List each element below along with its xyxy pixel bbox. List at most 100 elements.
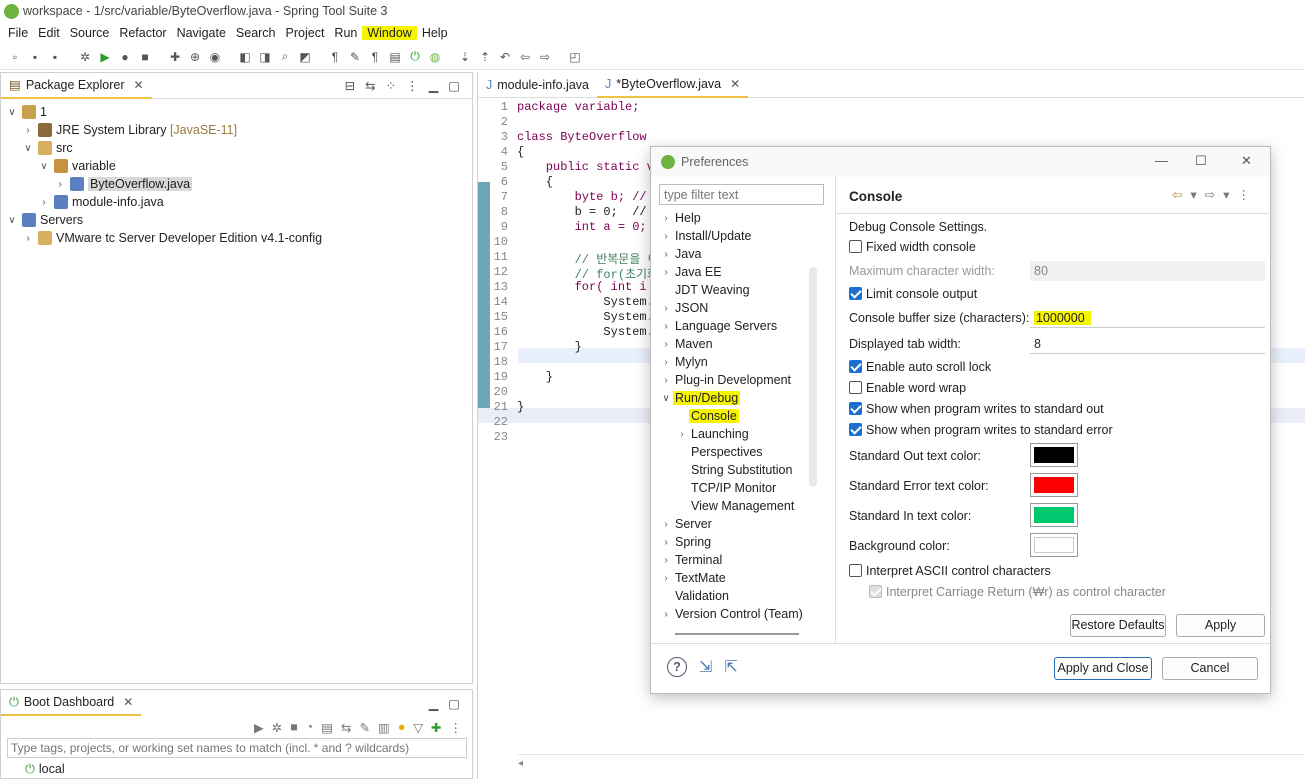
tree-item-project[interactable]: ∨ 1 <box>6 103 472 121</box>
open-folder-icon[interactable]: ◨ <box>256 48 274 66</box>
pref-tree-item[interactable]: ∨ Run/Debug <box>659 389 824 407</box>
close-icon[interactable]: ✕ <box>730 77 740 91</box>
console-icon[interactable]: ▤ <box>321 720 333 735</box>
close-icon[interactable]: ✕ <box>123 695 133 709</box>
pref-tree-item[interactable]: View Management <box>659 497 824 515</box>
maximize-icon[interactable]: ▢ <box>448 78 460 93</box>
menu-source[interactable]: Source <box>65 26 115 40</box>
pref-tree-item[interactable]: › Java <box>659 245 824 263</box>
chevron-right-icon[interactable]: › <box>659 339 673 350</box>
tree-item-src[interactable]: ∨ src <box>6 139 472 157</box>
boot-filter-input[interactable] <box>7 738 467 758</box>
chevron-right-icon[interactable]: › <box>659 537 673 548</box>
tree-item-jre[interactable]: › JRE System Library [JavaSE-11] <box>6 121 472 139</box>
link-editor-icon[interactable]: ⇆ <box>365 78 375 93</box>
tab-module-info[interactable]: J module-info.java <box>478 72 597 98</box>
menu-edit[interactable]: Edit <box>33 26 65 40</box>
close-icon[interactable]: ✕ <box>1241 153 1252 169</box>
tree-hscrollbar[interactable] <box>675 633 799 635</box>
filter-input[interactable] <box>659 184 824 205</box>
pref-tree-item[interactable]: › JSON <box>659 299 824 317</box>
last-edit-icon[interactable]: ↶ <box>496 48 514 66</box>
save-icon[interactable]: ▪ <box>26 48 44 66</box>
chevron-right-icon[interactable]: › <box>659 213 673 224</box>
start-icon[interactable]: ▶ <box>254 720 264 735</box>
new-icon[interactable]: ▫ <box>6 48 24 66</box>
stop-icon[interactable]: ■ <box>290 720 298 734</box>
help-icon[interactable]: ? <box>667 657 687 677</box>
restore-defaults-button[interactable]: Restore Defaults <box>1070 614 1166 637</box>
spring-icon[interactable]: ◍ <box>426 48 444 66</box>
chevron-right-icon[interactable]: › <box>659 357 673 368</box>
tree-item-byteoverflow[interactable]: › ByteOverflow.java <box>6 175 472 193</box>
run-icon[interactable]: ▶ <box>96 48 114 66</box>
prev-annotation-icon[interactable]: ⇡ <box>476 48 494 66</box>
stdin-color-button[interactable] <box>1030 503 1078 527</box>
pref-tree-item[interactable]: › Install/Update <box>659 227 824 245</box>
pref-tree-item[interactable]: › TextMate <box>659 569 824 587</box>
annotation-icon[interactable]: ¶ <box>326 48 344 66</box>
open-task-icon[interactable]: ◩ <box>296 48 314 66</box>
interpret-ascii-checkbox[interactable]: Interpret ASCII control characters <box>849 564 1051 578</box>
menu-help[interactable]: Help <box>417 26 453 40</box>
save-all-icon[interactable]: ▪ <box>46 48 64 66</box>
maximize-icon[interactable]: ▢ <box>448 696 460 711</box>
new-java-project-icon[interactable]: ✚ <box>166 48 184 66</box>
show-stderr-checkbox[interactable]: Show when program writes to standard err… <box>849 423 1113 437</box>
pref-tree-item[interactable]: › Mylyn <box>659 353 824 371</box>
tree-scrollbar[interactable] <box>809 267 817 487</box>
back-icon[interactable]: ⇦ <box>516 48 534 66</box>
export-icon[interactable]: ⇱ <box>724 657 737 677</box>
debug-icon[interactable]: ✲ <box>272 720 282 735</box>
buffer-size-field[interactable]: 1000000 <box>1030 308 1265 328</box>
filter-icon[interactable]: ⁘ <box>386 78 396 93</box>
show-whitespace-icon[interactable]: ¶ <box>366 48 384 66</box>
pref-tree-item[interactable]: › Launching <box>659 425 824 443</box>
tree-item-local[interactable]: ⏻ local <box>1 760 472 778</box>
menu-navigate[interactable]: Navigate <box>172 26 231 40</box>
chevron-right-icon[interactable]: › <box>659 555 673 566</box>
filter-icon[interactable]: ▽ <box>413 720 423 735</box>
view-menu-icon[interactable]: ⋮ <box>1238 187 1251 202</box>
view-menu-icon[interactable]: ⋮ <box>450 720 463 735</box>
stderr-color-button[interactable] <box>1030 473 1078 497</box>
chevron-right-icon[interactable]: › <box>659 375 673 386</box>
collapse-all-icon[interactable]: ⊟ <box>345 78 355 93</box>
maximize-icon[interactable]: ☐ <box>1195 153 1207 169</box>
pref-tree-item[interactable]: Validation <box>659 587 824 605</box>
chevron-down-icon[interactable]: ∨ <box>659 393 673 404</box>
show-stdout-checkbox[interactable]: Show when program writes to standard out <box>849 402 1104 416</box>
forward-icon[interactable]: ⇨ <box>1205 187 1215 202</box>
bulb-icon[interactable]: ● <box>398 720 406 734</box>
pref-tree-item[interactable]: Console <box>659 407 824 425</box>
console-icon[interactable]: ▤ <box>386 48 404 66</box>
run-external-icon[interactable]: ● <box>116 48 134 66</box>
tab-package-explorer[interactable]: ▤ Package Explorer ✕ <box>1 72 152 99</box>
toggle-mark-icon[interactable]: ✎ <box>346 48 364 66</box>
auto-scroll-checkbox[interactable]: Enable auto scroll lock <box>849 360 991 374</box>
menu-file[interactable]: File <box>3 26 33 40</box>
stdout-color-button[interactable] <box>1030 443 1078 467</box>
chevron-down-icon[interactable]: ▾ <box>1223 187 1229 202</box>
menu-search[interactable]: Search <box>231 26 281 40</box>
pref-tree-item[interactable]: › Plug-in Development <box>659 371 824 389</box>
chevron-right-icon[interactable]: › <box>659 519 673 530</box>
chevron-down-icon[interactable]: ▾ <box>1190 187 1196 202</box>
new-class-icon[interactable]: ◉ <box>206 48 224 66</box>
pref-tree-item[interactable]: › Version Control (Team) <box>659 605 824 623</box>
tab-boot-dashboard[interactable]: ⏻ Boot Dashboard ✕ <box>1 690 142 716</box>
new-package-icon[interactable]: ⊕ <box>186 48 204 66</box>
chevron-right-icon[interactable]: › <box>659 249 673 260</box>
search-icon[interactable]: ⌕ <box>276 48 294 66</box>
max-char-width-field[interactable]: 80 <box>1030 261 1265 281</box>
chevron-right-icon[interactable]: › <box>659 303 673 314</box>
chevron-right-icon[interactable]: › <box>659 321 673 332</box>
tree-item-module-info[interactable]: › module-info.java <box>6 193 472 211</box>
chevron-right-icon[interactable]: › <box>675 429 689 440</box>
refresh-icon[interactable]: ◔ <box>306 720 314 734</box>
add-icon[interactable]: ✚ <box>431 720 441 735</box>
tab-width-field[interactable]: 8 <box>1030 334 1265 354</box>
columns-icon[interactable]: ▥ <box>378 720 390 735</box>
pref-tree-item[interactable]: › Maven <box>659 335 824 353</box>
view-menu-icon[interactable]: ⋮ <box>406 78 419 93</box>
